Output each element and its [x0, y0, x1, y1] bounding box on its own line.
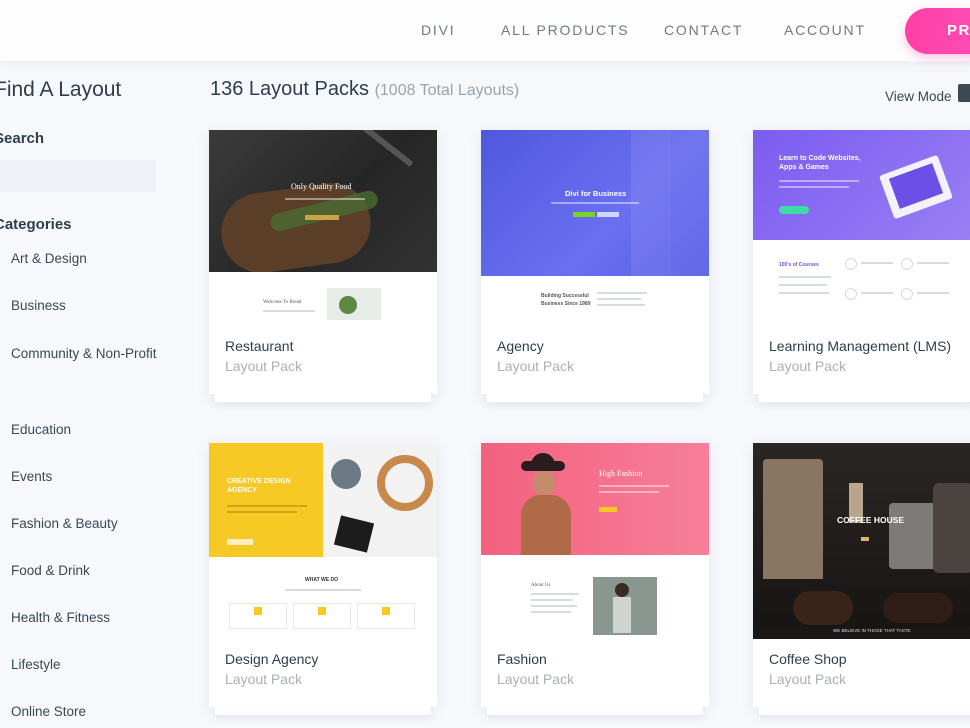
nav-link-account[interactable]: ACCOUNT: [784, 22, 866, 38]
lower-text: WHAT WE DO: [305, 577, 338, 583]
card-subtitle: Layout Pack: [769, 671, 847, 687]
card-title: Learning Management (LMS): [769, 338, 952, 354]
divi-layouts-page: { "nav": { "links": ["DIVI", "ALL PRODUC…: [0, 0, 970, 728]
category-community-non-profit[interactable]: Community & Non-Profit: [11, 340, 176, 368]
category-lifestyle[interactable]: Lifestyle: [11, 651, 176, 679]
lower-text: 100's of Courses: [779, 262, 819, 268]
hero-text: CREATIVE DESIGN AGENCY: [227, 478, 291, 494]
categories-label: Categories: [0, 216, 72, 233]
lower-text: WE BELIEVE IN THOSE THAT TASTE: [833, 628, 911, 633]
layout-card-restaurant[interactable]: Only Quality Food Welcome To Bread Resta…: [209, 130, 437, 402]
layout-preview-image: Learn to Code Websites, Apps & Games 100…: [753, 130, 970, 326]
hero-text: Only Quality Food: [291, 182, 352, 191]
lower-text: Building Successful Business Since 1989: [541, 293, 591, 307]
top-navigation: DIVI ALL PRODUCTS CONTACT ACCOUNT PRICIN…: [0, 0, 970, 62]
layout-card-learning-management[interactable]: Learn to Code Websites, Apps & Games 100…: [753, 130, 970, 402]
category-art-design[interactable]: Art & Design: [11, 245, 176, 273]
card-subtitle: Layout Pack: [497, 358, 575, 374]
search-input[interactable]: [0, 160, 156, 192]
layout-card-design-agency[interactable]: CREATIVE DESIGN AGENCY WHAT WE DO Design…: [209, 443, 437, 715]
category-fashion-beauty[interactable]: Fashion & Beauty: [11, 510, 176, 538]
nav-link-divi[interactable]: DIVI: [421, 22, 455, 38]
pricing-button[interactable]: PRICING: [905, 8, 970, 54]
hero-text: COFFEE HOUSE: [837, 515, 905, 525]
layout-preview-image: COFFEE HOUSE WE BELIEVE IN THOSE THAT TA…: [753, 443, 970, 639]
category-health-fitness[interactable]: Health & Fitness: [11, 604, 176, 632]
layout-count-heading: 136 Layout Packs (1008 Total Layouts): [210, 78, 519, 101]
hero-text: High Fashion: [599, 469, 643, 478]
layout-card-fashion[interactable]: High Fashion About Us Fashion Layout Pac…: [481, 443, 709, 715]
layout-filter-sidebar: Find A Layout Search Categories Art & De…: [0, 62, 185, 728]
card-title: Design Agency: [225, 651, 319, 667]
card-subtitle: Layout Pack: [497, 671, 575, 687]
category-food-drink[interactable]: Food & Drink: [11, 557, 176, 585]
card-subtitle: Layout Pack: [225, 358, 303, 374]
view-mode-toggle[interactable]: View Mode: [885, 89, 952, 104]
layout-preview-image: Divi for Business Building Successful Bu…: [481, 130, 709, 326]
layout-preview-image: CREATIVE DESIGN AGENCY WHAT WE DO: [209, 443, 437, 639]
layout-packs-count: 136 Layout Packs: [210, 78, 369, 100]
lower-text: About Us: [531, 583, 551, 588]
nav-link-all-products[interactable]: ALL PRODUCTS: [501, 22, 629, 38]
layout-card-agency[interactable]: Divi for Business Building Successful Bu…: [481, 130, 709, 402]
layout-card-coffee-shop[interactable]: COFFEE HOUSE WE BELIEVE IN THOSE THAT TA…: [753, 443, 970, 715]
hero-text: Learn to Code Websites, Apps & Games: [779, 155, 861, 171]
category-online-store[interactable]: Online Store: [11, 698, 176, 726]
category-education[interactable]: Education: [11, 416, 176, 444]
grid-view-icon[interactable]: [958, 84, 970, 102]
layout-preview-image: Only Quality Food Welcome To Bread: [209, 130, 437, 326]
category-events[interactable]: Events: [11, 463, 176, 491]
search-label: Search: [0, 130, 45, 147]
card-title: Agency: [497, 338, 544, 354]
card-title: Fashion: [497, 651, 547, 667]
card-subtitle: Layout Pack: [225, 671, 303, 687]
total-layouts-count: (1008 Total Layouts): [374, 82, 520, 99]
layout-preview-image: High Fashion About Us: [481, 443, 709, 639]
nav-link-contact[interactable]: CONTACT: [664, 22, 743, 38]
hero-text: Divi for Business: [565, 189, 627, 198]
lower-text: Welcome To Bread: [263, 300, 302, 305]
sidebar-title: Find A Layout: [0, 78, 122, 101]
card-title: Coffee Shop: [769, 651, 847, 667]
card-subtitle: Layout Pack: [769, 358, 847, 374]
card-title: Restaurant: [225, 338, 294, 354]
category-business[interactable]: Business: [11, 292, 176, 320]
